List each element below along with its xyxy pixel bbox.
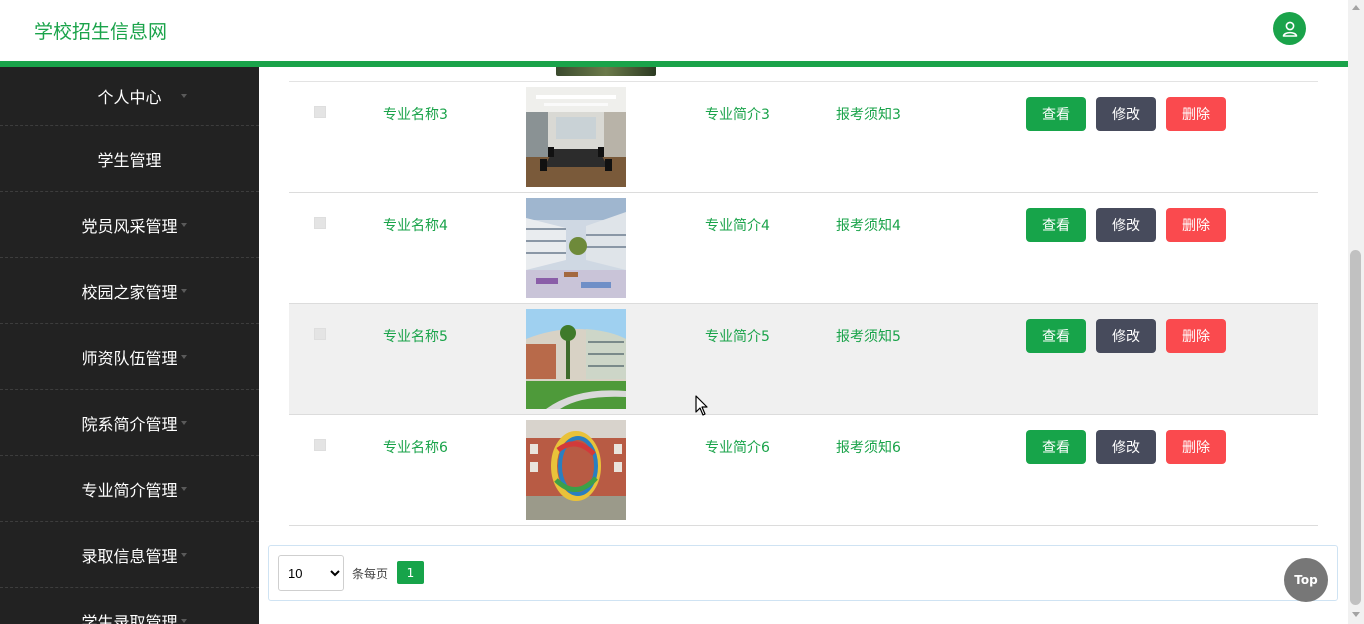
row-checkbox[interactable] [314,106,326,118]
main-content: 专业名称3 专业简介3 报考须知3 查看 修改 删除 专业名称4 专业简介4 报… [259,67,1348,624]
scroll-down-icon[interactable] [1352,612,1360,617]
back-to-top-button[interactable]: Top [1284,558,1328,602]
sidebar-item-student-admissions[interactable]: 学生录取管理 [0,588,259,624]
page-size-select[interactable]: 10 [278,555,344,591]
caret-down-icon [181,288,187,293]
table-row: 专业名称4 专业简介4 报考须知4 查看 修改 删除 [289,193,1318,304]
table-row: 专业名称3 专业简介3 报考须知3 查看 修改 删除 [289,82,1318,193]
edit-button[interactable]: 修改 [1096,97,1156,131]
delete-button[interactable]: 删除 [1166,319,1226,353]
major-name: 专业名称3 [383,107,448,123]
previous-row-image [556,67,656,76]
major-image[interactable] [526,420,626,520]
per-page-label: 条每页 [352,567,389,581]
major-image[interactable] [526,309,626,409]
curved-building-photo [526,309,626,409]
view-button[interactable]: 查看 [1026,208,1086,242]
major-notice: 报考须知5 [836,329,901,345]
sidebar-item-label: 专业简介管理 [81,480,178,500]
row-checkbox[interactable] [314,217,326,229]
pagination: 10 条每页 1 [268,545,1338,601]
view-button[interactable]: 查看 [1026,430,1086,464]
view-button[interactable]: 查看 [1026,97,1086,131]
major-intro: 专业简介5 [705,329,770,345]
caret-down-icon [181,552,187,557]
major-image[interactable] [526,87,626,187]
sidebar: 个人中心 学生管理 党员风采管理 校园之家管理 师资队伍管理 院系简介管理 专业… [0,67,259,624]
sidebar-item-faculty[interactable]: 师资队伍管理 [0,324,259,390]
ring-sculpture-photo [526,420,626,520]
sidebar-item-party-members[interactable]: 党员风采管理 [0,192,259,258]
edit-button[interactable]: 修改 [1096,319,1156,353]
caret-down-icon [181,486,187,491]
major-notice: 报考须知4 [836,218,901,234]
table-row: 专业名称6 专业简介6 报考须知6 查看 修改 删除 [289,415,1318,526]
page-number-button[interactable]: 1 [397,561,424,584]
mouse-cursor-icon [695,395,709,421]
sidebar-item-departments[interactable]: 院系简介管理 [0,390,259,456]
sidebar-item-personal-center[interactable]: 个人中心 [0,67,259,126]
sidebar-item-admissions[interactable]: 录取信息管理 [0,522,259,588]
delete-button[interactable]: 删除 [1166,430,1226,464]
major-intro: 专业简介4 [705,218,770,234]
delete-button[interactable]: 删除 [1166,97,1226,131]
scroll-up-icon[interactable] [1352,5,1360,10]
caret-down-icon [181,420,187,425]
site-title[interactable]: 学校招生信息网 [34,17,167,44]
sidebar-item-students[interactable]: 学生管理 [0,126,259,192]
sidebar-item-majors[interactable]: 专业简介管理 [0,456,259,522]
scrollbar-thumb[interactable] [1350,250,1361,605]
sidebar-item-label: 院系简介管理 [81,414,178,434]
caret-down-icon [181,94,187,98]
major-name: 专业名称6 [383,440,448,456]
sidebar-item-label: 校园之家管理 [81,282,178,302]
sidebar-item-label: 个人中心 [97,88,162,107]
major-intro: 专业简介6 [705,440,770,456]
top-header: 学校招生信息网 [0,0,1348,61]
sidebar-item-label: 师资队伍管理 [81,348,178,368]
major-notice: 报考须知6 [836,440,901,456]
major-intro: 专业简介3 [705,107,770,123]
sidebar-item-label: 学生录取管理 [81,612,178,624]
meeting-room-photo [526,87,626,187]
caret-down-icon [181,354,187,359]
table-row: 专业名称5 专业简介5 报考须知5 查看 修改 删除 [289,304,1318,415]
edit-button[interactable]: 修改 [1096,208,1156,242]
vertical-scrollbar[interactable] [1348,0,1364,624]
user-icon[interactable] [1273,12,1306,45]
view-button[interactable]: 查看 [1026,319,1086,353]
caret-down-icon [181,618,187,623]
sidebar-item-campus-home[interactable]: 校园之家管理 [0,258,259,324]
sidebar-item-label: 学生管理 [97,150,162,170]
edit-button[interactable]: 修改 [1096,430,1156,464]
campus-courtyard-photo [526,198,626,298]
major-image[interactable] [526,198,626,298]
caret-down-icon [181,222,187,227]
sidebar-item-label: 录取信息管理 [81,546,178,566]
row-checkbox[interactable] [314,328,326,340]
delete-button[interactable]: 删除 [1166,208,1226,242]
user-glyph-icon [1282,21,1297,37]
major-name: 专业名称5 [383,329,448,345]
row-checkbox[interactable] [314,439,326,451]
sidebar-item-label: 党员风采管理 [81,216,178,236]
major-name: 专业名称4 [383,218,448,234]
major-notice: 报考须知3 [836,107,901,123]
